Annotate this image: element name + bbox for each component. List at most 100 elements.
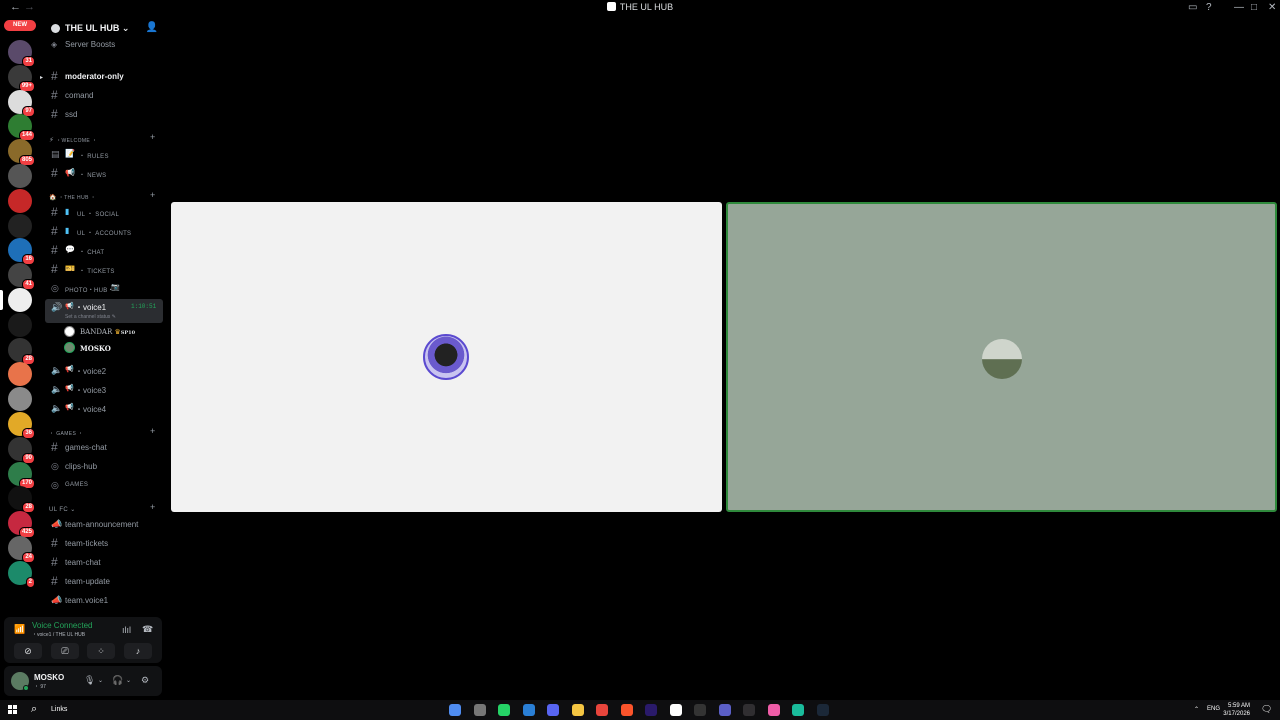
chevron-down-icon[interactable]: ⌄ bbox=[98, 677, 103, 684]
channel-ssd[interactable]: # ssd bbox=[45, 106, 163, 123]
server-icon[interactable]: 24 bbox=[8, 536, 35, 563]
category-games[interactable]: ・ GAMES ・ bbox=[49, 430, 83, 437]
server-icon[interactable]: 31 bbox=[8, 40, 35, 67]
channel-photo-hub[interactable]: ◎ PHOTO・HUB・ 📷 bbox=[45, 280, 163, 297]
channel-server-boosts[interactable]: ◈ Server Boosts bbox=[45, 36, 163, 53]
server-icon[interactable]: 28 bbox=[8, 486, 35, 514]
headphones-icon[interactable]: 🎧 bbox=[112, 675, 123, 686]
server-icon[interactable]: 144 bbox=[8, 114, 35, 142]
channel-team-voice1[interactable]: 📣 team.voice1 bbox=[45, 592, 163, 609]
voice-status[interactable]: Voice Connected bbox=[32, 621, 93, 630]
discord-icon[interactable] bbox=[547, 704, 559, 716]
microphone-icon[interactable]: 🎙 bbox=[84, 675, 95, 686]
channel-clips-hub[interactable]: ◎ clips-hub bbox=[45, 458, 163, 475]
obs-icon[interactable] bbox=[743, 704, 755, 716]
server-icon[interactable] bbox=[8, 312, 32, 337]
participant-tile-bandar[interactable] bbox=[171, 202, 722, 512]
participant-tile-mosko[interactable] bbox=[726, 202, 1277, 512]
server-icon[interactable]: 170 bbox=[8, 461, 35, 489]
server-icon[interactable]: 28 bbox=[8, 337, 35, 365]
voice-channel-voice1[interactable]: 🔊 📢 ・voice1 1:10:51 Set a channel status… bbox=[45, 299, 163, 323]
vscode-icon[interactable] bbox=[522, 704, 535, 716]
file-explorer-icon[interactable] bbox=[571, 704, 584, 716]
maximize-icon[interactable]: □ bbox=[1251, 2, 1257, 13]
channel-games[interactable]: ◎ GAMES bbox=[45, 477, 163, 494]
category-ul-fc[interactable]: UL FC ⌄ bbox=[49, 506, 76, 513]
create-channel-icon[interactable]: + bbox=[150, 502, 155, 512]
cam-app-icon[interactable] bbox=[792, 704, 804, 716]
chevron-down-icon[interactable]: ⌄ bbox=[126, 677, 131, 684]
channel-rules[interactable]: ▤ 📝 ・ RULES bbox=[45, 146, 163, 163]
channel-chat[interactable]: # 💬 ・ CHAT bbox=[45, 242, 163, 259]
voice-channel-voice4[interactable]: 🔈 📢 ・voice4 bbox=[45, 400, 163, 417]
signal-icon[interactable]: 📶 bbox=[14, 624, 25, 635]
channel-comand[interactable]: # comand bbox=[45, 87, 163, 104]
brave-icon[interactable] bbox=[620, 704, 633, 716]
channel-games-chat[interactable]: # games-chat bbox=[45, 439, 163, 456]
help-icon[interactable]: ? bbox=[1206, 2, 1212, 13]
username[interactable]: MOSKO bbox=[34, 673, 64, 682]
chevron-up-icon[interactable]: ⌃ bbox=[1194, 706, 1199, 713]
invite-people-icon[interactable]: 👤 bbox=[146, 22, 158, 33]
disconnect-icon[interactable]: ☎ bbox=[142, 624, 153, 635]
create-channel-icon[interactable]: + bbox=[150, 426, 155, 436]
steam-icon[interactable] bbox=[816, 704, 829, 716]
server-icon[interactable]: 805 bbox=[8, 139, 35, 167]
server-icon[interactable]: 2 bbox=[8, 560, 35, 588]
chrome-icon[interactable] bbox=[596, 704, 608, 716]
discord-active-icon[interactable] bbox=[767, 704, 780, 716]
notification-icon[interactable]: 🗨 bbox=[1261, 704, 1272, 715]
clock[interactable]: 5:59 AM 3/17/2026 bbox=[1222, 702, 1250, 718]
server-icon[interactable] bbox=[8, 387, 32, 412]
unknown-app-icon[interactable] bbox=[694, 704, 706, 716]
channel-status-prompt[interactable]: Set a channel status ✎ bbox=[65, 314, 116, 320]
premiere-icon[interactable] bbox=[645, 704, 657, 716]
channel-team-update[interactable]: # team-update bbox=[45, 573, 163, 590]
language-indicator[interactable]: ENG bbox=[1207, 706, 1220, 712]
media-icon[interactable] bbox=[473, 704, 486, 716]
channel-team-announcement[interactable]: 📣 team-announcement bbox=[45, 516, 163, 533]
copilot-icon[interactable] bbox=[449, 704, 461, 716]
new-badge[interactable]: NEW bbox=[4, 20, 36, 31]
server-icon[interactable]: 97 bbox=[8, 89, 35, 117]
screen-share-button[interactable]: ⎚ bbox=[51, 643, 79, 659]
server-icon[interactable] bbox=[8, 288, 32, 312]
server-icon[interactable]: 36 bbox=[8, 412, 35, 439]
windows-start-icon[interactable] bbox=[8, 705, 17, 714]
search-label[interactable]: Links bbox=[51, 706, 67, 713]
teams-icon[interactable] bbox=[718, 704, 731, 716]
server-icon[interactable]: 425 bbox=[8, 511, 35, 539]
channel-tickets[interactable]: # 🎫 ・ TICKETS bbox=[45, 261, 163, 278]
soundboard-button[interactable]: ♪ bbox=[124, 643, 152, 659]
server-icon[interactable]: 16 bbox=[8, 238, 35, 266]
inbox-icon[interactable]: ▭ bbox=[1188, 2, 1197, 13]
whatsapp-icon[interactable] bbox=[498, 704, 510, 716]
camera-button[interactable]: ⊘ bbox=[14, 643, 42, 659]
channel-news[interactable]: # 📢 ・ NEWS bbox=[45, 165, 163, 182]
server-icon[interactable]: 41 bbox=[8, 263, 35, 291]
noise-suppression-icon[interactable]: ılıl bbox=[122, 625, 131, 635]
voice-channel-path[interactable]: ・voice1 / THE UL HUB bbox=[32, 631, 85, 638]
category-welcome[interactable]: ⚡ ・WELCOME ・ bbox=[49, 136, 97, 144]
close-icon[interactable]: ✕ bbox=[1268, 2, 1276, 13]
channel-team-tickets[interactable]: # team-tickets bbox=[45, 535, 163, 552]
search-icon[interactable]: ⌕ bbox=[31, 703, 37, 716]
create-channel-icon[interactable]: + bbox=[150, 132, 155, 142]
voice-channel-voice2[interactable]: 🔈 📢 ・voice2 bbox=[45, 362, 163, 379]
voice-channel-voice3[interactable]: 🔈 📢 ・voice3 bbox=[45, 381, 163, 398]
server-icon[interactable] bbox=[8, 213, 32, 238]
channel-ul-social[interactable]: # ▮ UL ・ SOCIAL bbox=[45, 204, 163, 221]
server-icon[interactable]: 99+ bbox=[8, 64, 35, 92]
server-icon[interactable] bbox=[8, 362, 32, 387]
channel-team-chat[interactable]: # team-chat bbox=[45, 554, 163, 571]
minimize-icon[interactable]: — bbox=[1234, 2, 1244, 13]
channel-moderator-only[interactable]: # moderator-only bbox=[45, 68, 163, 85]
category-the-hub[interactable]: 🏠 ・THE HUB ・ bbox=[49, 194, 96, 201]
gear-icon[interactable]: ⚙ bbox=[141, 675, 149, 686]
server-icon[interactable] bbox=[8, 164, 32, 188]
activities-button[interactable]: ⁘ bbox=[87, 643, 115, 659]
create-channel-icon[interactable]: + bbox=[150, 190, 155, 200]
capcut-icon[interactable] bbox=[669, 704, 682, 716]
server-icon[interactable]: 90 bbox=[8, 436, 35, 464]
channel-ul-accounts[interactable]: # ▮ UL ・ ACCOUNTS bbox=[45, 223, 163, 240]
